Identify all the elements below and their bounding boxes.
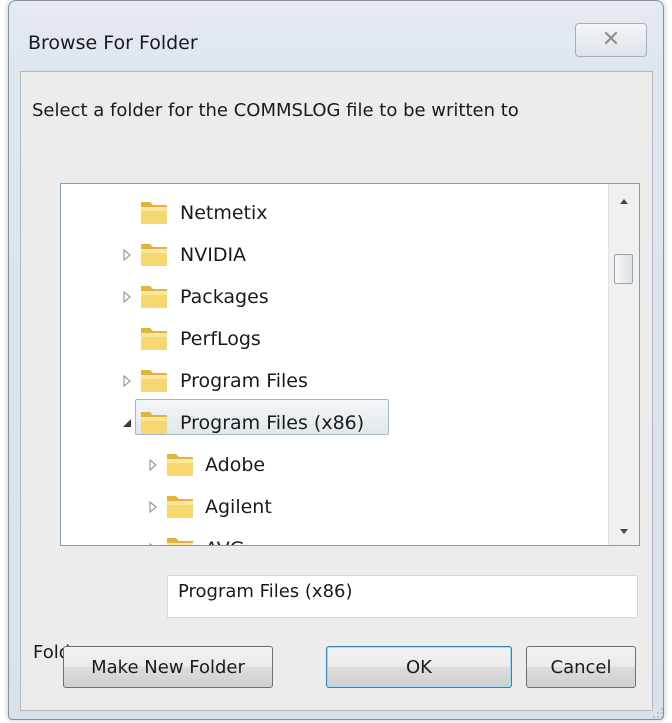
tree-item-nvidia[interactable]: NVIDIA [61, 236, 601, 274]
triangle-right-icon[interactable] [121, 249, 133, 261]
close-button[interactable] [575, 23, 647, 57]
tree-item-label: Adobe [200, 450, 270, 480]
dialog-prompt: Select a folder for the COMMSLOG file to… [32, 100, 519, 121]
folder-icon [139, 240, 169, 268]
tree-item-label: AVG [200, 534, 250, 546]
folder-icon [139, 282, 169, 310]
tree-item-avg[interactable]: AVG [61, 530, 601, 546]
tree-item-program-files[interactable]: Program Files [61, 362, 601, 400]
folder-icon [139, 198, 169, 226]
triangle-right-icon[interactable] [121, 291, 133, 303]
folder-name-input[interactable] [167, 575, 638, 618]
scroll-thumb[interactable] [614, 254, 633, 284]
tree-item-adobe[interactable]: Adobe [61, 446, 601, 484]
tree-item-agilent[interactable]: Agilent [61, 488, 601, 526]
folder-icon [165, 534, 195, 546]
scroll-down-button[interactable] [609, 515, 639, 545]
tree-item-program-files-x86[interactable]: Program Files (x86) [61, 404, 601, 442]
tree-item-perflogs[interactable]: PerfLogs [61, 320, 601, 358]
folder-icon [165, 450, 195, 478]
folder-icon [165, 492, 195, 520]
dialog-title: Browse For Folder [28, 32, 198, 54]
scroll-up-button[interactable] [609, 184, 639, 214]
close-x-icon [603, 30, 619, 50]
triangle-down-icon[interactable] [121, 417, 133, 429]
folder-tree[interactable]: Netmetix NVIDIA Packages PerfLogs [60, 183, 640, 546]
scroll-down-arrow-icon [619, 521, 629, 540]
triangle-right-icon[interactable] [121, 375, 133, 387]
triangle-right-icon[interactable] [147, 543, 159, 546]
make-new-folder-button[interactable]: Make New Folder [63, 646, 273, 688]
scroll-up-arrow-icon [619, 190, 629, 209]
cancel-button[interactable]: Cancel [526, 646, 636, 688]
tree-item-label: Program Files (x86) [175, 408, 369, 438]
tree-item-label: Program Files [175, 366, 313, 396]
tree-item-netmetix[interactable]: Netmetix [61, 194, 601, 232]
tree-item-label: Packages [175, 282, 274, 312]
tree-item-label: Netmetix [175, 198, 273, 228]
tree-item-packages[interactable]: Packages [61, 278, 601, 316]
tree-item-label: Agilent [200, 492, 277, 522]
tree-vertical-scrollbar[interactable] [608, 184, 639, 545]
folder-icon [139, 324, 169, 352]
tree-item-label: PerfLogs [175, 324, 266, 354]
resize-grip-icon[interactable] [652, 704, 664, 716]
triangle-right-icon[interactable] [147, 459, 159, 471]
folder-icon [139, 366, 169, 394]
triangle-right-icon[interactable] [147, 501, 159, 513]
tree-item-label: NVIDIA [175, 240, 251, 270]
folder-icon [139, 408, 169, 436]
ok-button[interactable]: OK [326, 646, 512, 688]
